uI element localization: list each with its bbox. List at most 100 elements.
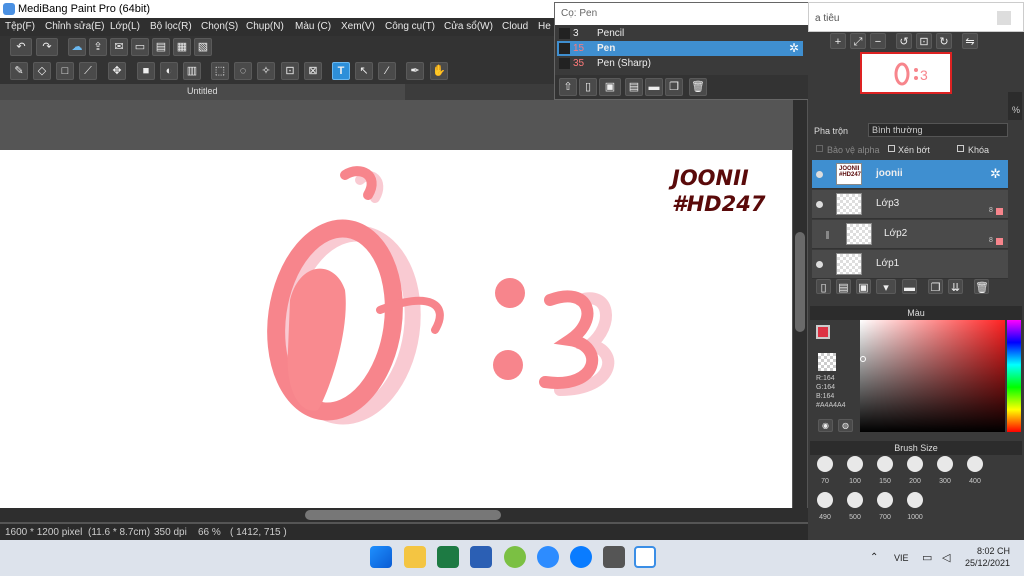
select-eraser-icon[interactable]: ⊠ [304, 62, 322, 80]
rotate-left-icon[interactable]: ↺ [896, 33, 912, 49]
gear-icon[interactable]: ✲ [789, 41, 799, 55]
brush-size-200[interactable] [907, 456, 923, 472]
menu-help[interactable]: He [538, 21, 551, 32]
new-layer-icon[interactable]: ▯ [816, 279, 831, 294]
clip-checkbox[interactable] [888, 145, 895, 152]
select-pen-icon[interactable]: ⊡ [281, 62, 299, 80]
fit-icon[interactable]: ⤢ [850, 33, 866, 49]
crop-icon[interactable]: ⊡ [916, 33, 932, 49]
chat-app-icon[interactable] [504, 546, 526, 568]
menu-capture[interactable]: Chụp(N) [246, 21, 284, 32]
magic-wand-icon[interactable]: ✧ [257, 62, 275, 80]
lasso-icon[interactable]: ◌ [234, 62, 252, 80]
language-indicator[interactable]: VIE [894, 553, 909, 563]
gear-icon[interactable]: ✲ [990, 166, 1001, 182]
bucket-icon[interactable]: ◐ [160, 62, 178, 80]
brush-size-70[interactable] [817, 456, 833, 472]
undo-button[interactable]: ↶ [10, 38, 32, 56]
grid-icon[interactable]: ▦ [173, 38, 191, 56]
line-icon[interactable]: ⟋ [79, 62, 97, 80]
hue-slider[interactable] [1007, 320, 1021, 432]
merge-layer-icon[interactable]: ⇊ [948, 279, 963, 294]
file-explorer-icon[interactable] [404, 546, 426, 568]
excel-icon[interactable] [437, 546, 459, 568]
menu-color[interactable]: Màu (C) [295, 21, 331, 32]
messenger-icon[interactable] [570, 546, 592, 568]
color-set-icon[interactable]: ◍ [838, 419, 853, 432]
flip-icon[interactable]: ⇋ [962, 33, 978, 49]
comment-icon[interactable]: ✉ [110, 38, 128, 56]
layer-item-lop1[interactable]: Lớp1 [812, 250, 1008, 279]
lock-checkbox[interactable] [957, 145, 964, 152]
operation-icon[interactable]: ↖ [355, 62, 373, 80]
canvas-paper[interactable]: JOONII #HD247 [0, 150, 792, 508]
transparent-color-swatch[interactable] [818, 353, 836, 371]
dropper-icon[interactable]: ⁄ [378, 62, 396, 80]
panel-icon[interactable]: ▧ [194, 38, 212, 56]
brush-delete-icon[interactable]: 🗑 [689, 78, 707, 96]
brush-size-100[interactable] [847, 456, 863, 472]
menu-edit[interactable]: Chỉnh sửa(E) [45, 21, 105, 32]
menu-select[interactable]: Chọn(S) [201, 21, 238, 32]
eye-icon[interactable] [816, 261, 823, 268]
navigator-preview[interactable]: 3 [860, 52, 952, 94]
eye-icon[interactable] [816, 201, 823, 208]
brush-new-icon[interactable]: ▯ [579, 78, 597, 96]
gradient-icon[interactable]: ▥ [183, 62, 201, 80]
move-icon[interactable]: ✥ [108, 62, 126, 80]
layer-add-menu-icon[interactable]: ▾ [876, 279, 896, 294]
brush-upload-icon[interactable]: ⇧ [559, 78, 577, 96]
pen-nib-icon[interactable]: ✒ [406, 62, 424, 80]
fill-rect-icon[interactable]: ■ [137, 62, 155, 80]
shape-icon[interactable]: □ [56, 62, 74, 80]
brush-size-1000[interactable] [907, 492, 923, 508]
document-tab[interactable]: Untitled [0, 84, 405, 100]
start-icon[interactable] [370, 546, 392, 568]
menu-file[interactable]: Tệp(F) [5, 21, 35, 32]
zoom-app-icon[interactable] [537, 546, 559, 568]
brush-icon[interactable]: ✎ [10, 62, 28, 80]
select-rect-icon[interactable]: ⬚ [211, 62, 229, 80]
layer-item-lop2[interactable]: Lớp2 8 [812, 220, 1008, 249]
blend-mode-select[interactable]: Bình thường [868, 123, 1008, 137]
brush-item-pencil[interactable]: 3 Pencil [557, 26, 803, 41]
upload-icon[interactable]: ⇪ [89, 38, 107, 56]
zoom-in-icon[interactable]: + [830, 33, 846, 49]
vertical-scroll-thumb[interactable] [795, 232, 805, 332]
menu-cloud[interactable]: Cloud [502, 21, 528, 32]
text-tool-icon[interactable]: T [332, 62, 350, 80]
redo-button[interactable]: ↷ [36, 38, 58, 56]
brush-add-menu-icon[interactable]: ▣ [599, 78, 621, 96]
horizontal-scroll-thumb[interactable] [305, 510, 501, 520]
hand-icon[interactable]: ✋ [430, 62, 448, 80]
cloud-icon[interactable]: ☁ [68, 38, 86, 56]
layer-item-joonii[interactable]: JOONII #HD247 joonii ✲ [812, 160, 1008, 189]
zoom-out-icon[interactable]: − [870, 33, 886, 49]
brush-folder-icon[interactable]: ▬ [645, 78, 663, 96]
menu-window[interactable]: Cửa sổ(W) [444, 21, 493, 32]
brush-size-700[interactable] [877, 492, 893, 508]
brush-size-500[interactable] [847, 492, 863, 508]
saturation-value-picker[interactable] [860, 320, 1005, 432]
brush-props-icon[interactable]: ▤ [625, 78, 643, 96]
foreground-color-swatch[interactable] [816, 325, 830, 339]
rotate-right-icon[interactable]: ↻ [936, 33, 952, 49]
brush-copy-icon[interactable]: ❐ [665, 78, 683, 96]
protect-alpha-checkbox[interactable] [816, 145, 823, 152]
brush-item-pen-sharp[interactable]: 35 Pen (Sharp) [557, 56, 803, 71]
menu-view[interactable]: Xem(V) [341, 21, 375, 32]
new-halftone-icon[interactable]: ▤ [836, 279, 851, 294]
brush-size-300[interactable] [937, 456, 953, 472]
word-icon[interactable] [470, 546, 492, 568]
brush-size-400[interactable] [967, 456, 983, 472]
layer-folder-icon[interactable]: ▬ [902, 279, 917, 294]
calculator-icon[interactable] [603, 546, 625, 568]
eye-icon[interactable] [816, 171, 823, 178]
delete-layer-icon[interactable]: 🗑 [974, 279, 989, 294]
eraser-icon[interactable]: ◇ [33, 62, 51, 80]
menu-filter[interactable]: Bộ lọc(R) [150, 21, 192, 32]
volume-icon[interactable]: ◁ [942, 551, 950, 564]
brush-item-pen[interactable]: 15 Pen [557, 41, 803, 56]
brush-size-150[interactable] [877, 456, 893, 472]
duplicate-layer-icon[interactable]: ❐ [928, 279, 943, 294]
